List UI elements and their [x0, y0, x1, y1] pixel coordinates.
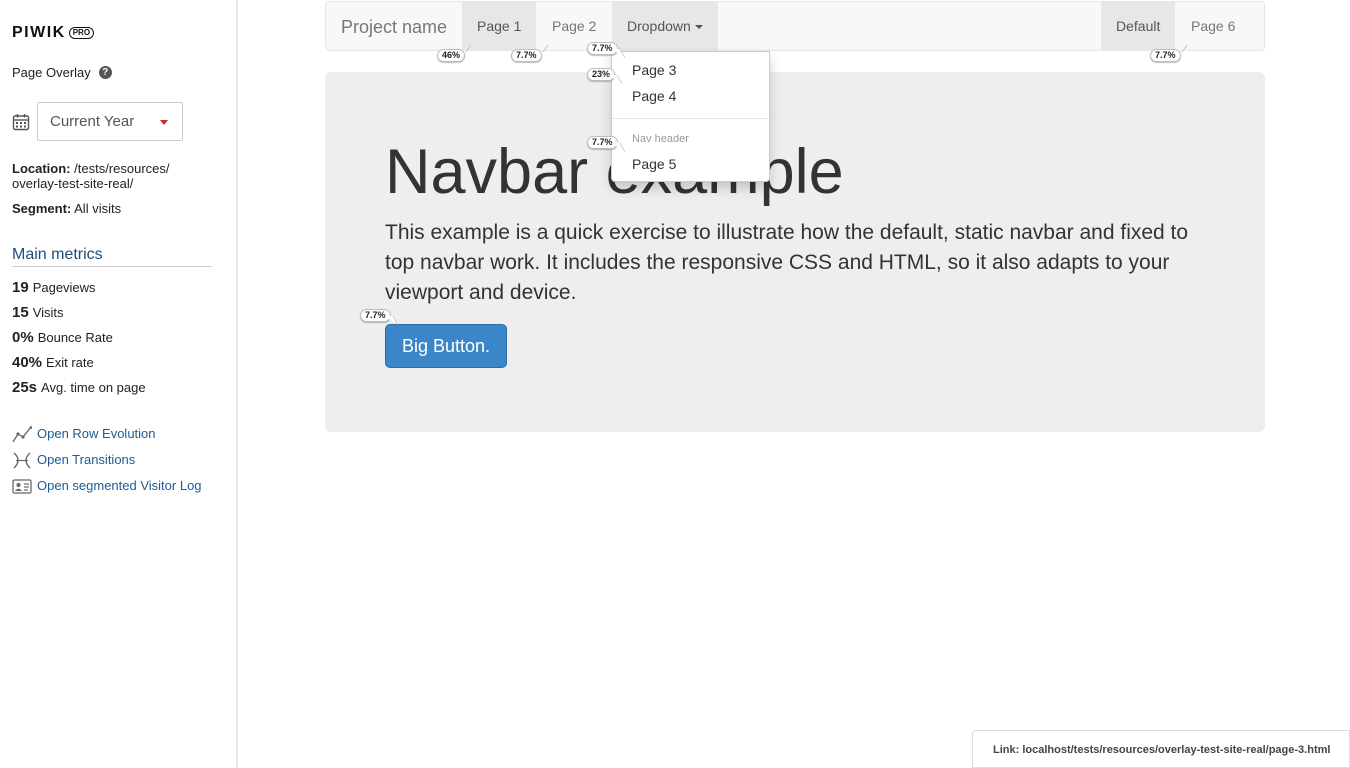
site-navbar: Project name Page 1 Page 2 Dropdown Defa…	[325, 1, 1265, 51]
action-label: Open Transitions	[37, 452, 136, 467]
metric-pageviews: 19 Pageviews	[12, 279, 146, 304]
period-value: Current Year	[50, 113, 135, 130]
dropdown-menu: Page 3 Page 4 Nav header Page 5	[611, 51, 770, 182]
chevron-down-icon	[160, 120, 168, 125]
segment-label: Segment:	[12, 201, 72, 216]
metric-label: Visits	[32, 305, 64, 320]
metric-visits: 15 Visits	[12, 304, 146, 329]
big-button[interactable]: Big Button.	[385, 324, 507, 368]
location-label: Location:	[12, 161, 71, 176]
page-overlay-label: Page Overlay	[12, 65, 91, 80]
metric-label: Pageviews	[32, 280, 96, 295]
metric-label: Exit rate	[46, 355, 94, 370]
metric-label: Bounce Rate	[37, 330, 113, 345]
link-status-bar: Link: localhost/tests/resources/overlay-…	[972, 730, 1350, 768]
overlay-tag-page-5[interactable]: 7.7%	[587, 136, 618, 149]
open-transitions-link[interactable]: Open Transitions	[12, 452, 212, 469]
jumbotron-text: This example is a quick exercise to illu…	[385, 221, 1189, 304]
dropdown-item-page-4[interactable]: Page 4	[632, 88, 676, 104]
jumbotron: Navbar example This example is a quick e…	[325, 72, 1265, 432]
action-label: Open segmented Visitor Log	[37, 478, 202, 493]
piwik-pro-logo[interactable]: PIWIK PRO	[12, 24, 95, 42]
open-visitor-log-link[interactable]: Open segmented Visitor Log	[12, 478, 212, 495]
dropdown-divider	[612, 118, 769, 119]
overlay-tag-page-6[interactable]: 7.7%	[1150, 49, 1181, 62]
open-row-evolution-link[interactable]: Open Row Evolution	[12, 426, 212, 443]
segment-info: Segment: All visits	[12, 201, 121, 216]
overlay-tag-big-button[interactable]: 7.7%	[360, 309, 391, 322]
calendar-icon[interactable]	[12, 113, 30, 131]
help-icon[interactable]: ?	[98, 66, 112, 79]
metric-value: 40%	[12, 354, 43, 371]
overlay-tag-page-1[interactable]: 46%	[437, 49, 466, 62]
metric-label: Avg. time on page	[41, 380, 146, 395]
nav-dropdown[interactable]: Dropdown	[612, 2, 718, 50]
action-label: Open Row Evolution	[37, 426, 156, 441]
metric-value: 0%	[12, 329, 34, 346]
nav-dropdown-label: Dropdown	[627, 18, 691, 34]
row-evolution-icon	[12, 426, 32, 443]
metric-value: 15	[12, 304, 29, 321]
visitor-log-icon	[12, 479, 32, 494]
metric-bounce-rate: 0% Bounce Rate	[12, 329, 146, 354]
transitions-icon	[13, 452, 31, 469]
logo-text: PIWIK	[12, 24, 66, 41]
dropdown-item-page-3[interactable]: Page 3	[632, 62, 676, 78]
main-metrics-heading: Main metrics	[12, 246, 212, 267]
overlay-tag-page-2[interactable]: 7.7%	[511, 49, 542, 62]
navbar-brand[interactable]: Project name	[341, 17, 447, 38]
metrics-list: 19 Pageviews 15 Visits 0% Bounce Rate 40% Ex…	[12, 279, 146, 404]
location-info: Location: /tests/resources/ overlay-test…	[12, 161, 212, 191]
metric-exit-rate: 40% Exit rate	[12, 354, 146, 379]
row-actions: Open Row Evolution Open Transitions Open…	[12, 426, 212, 504]
metric-avg-time: 25s Avg. time on page	[12, 379, 146, 404]
period-select[interactable]: Current Year	[37, 102, 183, 141]
date-selector-row: Current Year	[12, 102, 183, 141]
metric-value: 19	[12, 279, 29, 296]
metric-value: 25s	[12, 379, 38, 396]
nav-page-6[interactable]: Page 6	[1176, 2, 1250, 50]
dropdown-item-page-5[interactable]: Page 5	[632, 156, 676, 172]
overlay-tag-dropdown[interactable]: 7.7%	[587, 42, 618, 55]
segment-value: All visits	[74, 201, 122, 216]
overlay-tag-page-3[interactable]: 23%	[587, 68, 616, 81]
page-overlay-title: Page Overlay ?	[12, 65, 112, 80]
nav-page-1[interactable]: Page 1	[462, 2, 537, 50]
logo-badge: PRO	[68, 27, 95, 39]
nav-default[interactable]: Default	[1101, 2, 1176, 50]
dropdown-header: Nav header	[632, 133, 689, 145]
caret-down-icon	[694, 25, 703, 30]
overlay-sidebar: PIWIK PRO Page Overlay ? Current Year Lo…	[0, 0, 238, 768]
